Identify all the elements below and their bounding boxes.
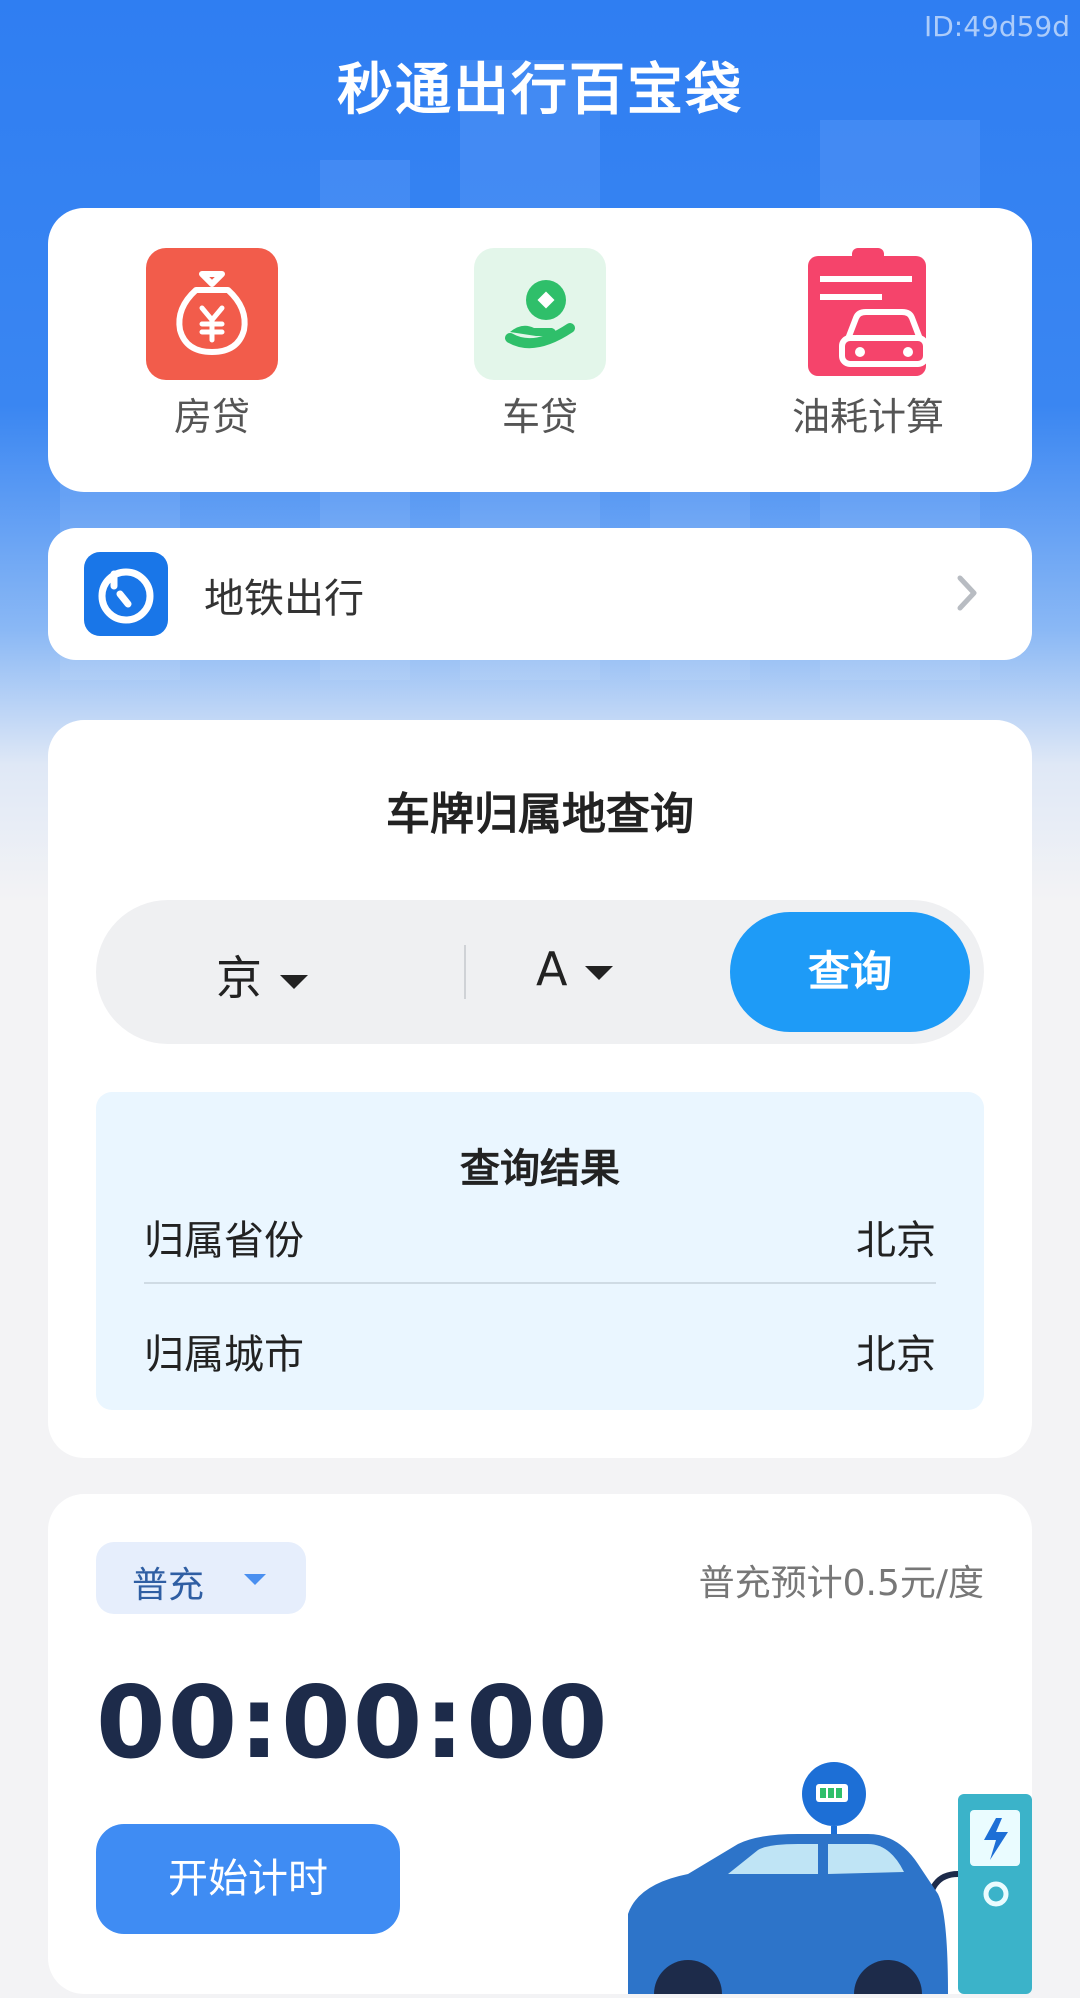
charge-timer: 00:00:00 bbox=[96, 1664, 610, 1781]
watermark: ID:49d59d bbox=[923, 10, 1070, 43]
row-divider bbox=[144, 1282, 936, 1284]
letter-value: A bbox=[536, 942, 568, 996]
tool-label: 油耗计算 bbox=[791, 395, 944, 439]
tool-fuel-calc[interactable]: 油耗计算 bbox=[748, 248, 988, 441]
query-result: 查询结果 归属省份 北京 归属城市 北京 bbox=[96, 1092, 984, 1410]
charge-mode-select[interactable]: 普充 bbox=[96, 1542, 306, 1614]
divider bbox=[464, 945, 466, 999]
tool-mortgage[interactable]: 房贷 bbox=[92, 248, 332, 441]
price-note: 普充预计0.5元/度 bbox=[698, 1563, 984, 1604]
caret-down-icon bbox=[280, 974, 308, 989]
hand-coin-icon bbox=[474, 248, 606, 380]
caret-down-icon bbox=[244, 1574, 266, 1585]
result-label: 归属城市 bbox=[144, 1332, 304, 1378]
metro-icon bbox=[84, 552, 168, 636]
province-value: 京 bbox=[216, 951, 262, 1005]
fuel-report-car-icon bbox=[802, 248, 934, 380]
tool-label: 房贷 bbox=[173, 395, 250, 439]
start-timer-button[interactable]: 开始计时 bbox=[96, 1824, 400, 1934]
page-title: 秒通出行百宝袋 bbox=[337, 58, 743, 123]
letter-select[interactable]: A bbox=[536, 942, 614, 996]
metro-entry[interactable]: 地铁出行 bbox=[48, 528, 1032, 660]
plate-query-title: 车牌归属地查询 bbox=[386, 789, 694, 840]
query-button[interactable]: 查询 bbox=[730, 912, 970, 1032]
plate-selector: 京 A 查询 bbox=[96, 900, 984, 1044]
province-select[interactable]: 京 bbox=[216, 942, 308, 1008]
result-label: 归属省份 bbox=[144, 1218, 304, 1264]
result-value: 北京 bbox=[856, 1332, 936, 1378]
result-row-province: 归属省份 北京 bbox=[144, 1208, 936, 1266]
result-value: 北京 bbox=[856, 1218, 936, 1264]
tools-card: 房贷 车贷 油耗计算 bbox=[48, 208, 1032, 492]
charge-mode-value: 普充 bbox=[132, 1565, 205, 1606]
tool-car-loan[interactable]: 车贷 bbox=[420, 248, 660, 441]
metro-label: 地铁出行 bbox=[204, 576, 364, 622]
result-row-city: 归属城市 北京 bbox=[144, 1322, 936, 1380]
ev-charging-illustration bbox=[628, 1744, 1048, 1998]
caret-down-icon bbox=[585, 965, 614, 980]
money-bag-icon bbox=[146, 248, 278, 380]
chevron-right-icon bbox=[942, 568, 992, 618]
charging-card: 普充 普充预计0.5元/度 00:00:00 开始计时 bbox=[48, 1494, 1032, 1998]
plate-query-card: 车牌归属地查询 京 A 查询 查询结果 归属省份 北京 归属城市 北京 bbox=[48, 720, 1032, 1458]
tool-label: 车贷 bbox=[501, 395, 578, 439]
result-title: 查询结果 bbox=[460, 1146, 620, 1192]
